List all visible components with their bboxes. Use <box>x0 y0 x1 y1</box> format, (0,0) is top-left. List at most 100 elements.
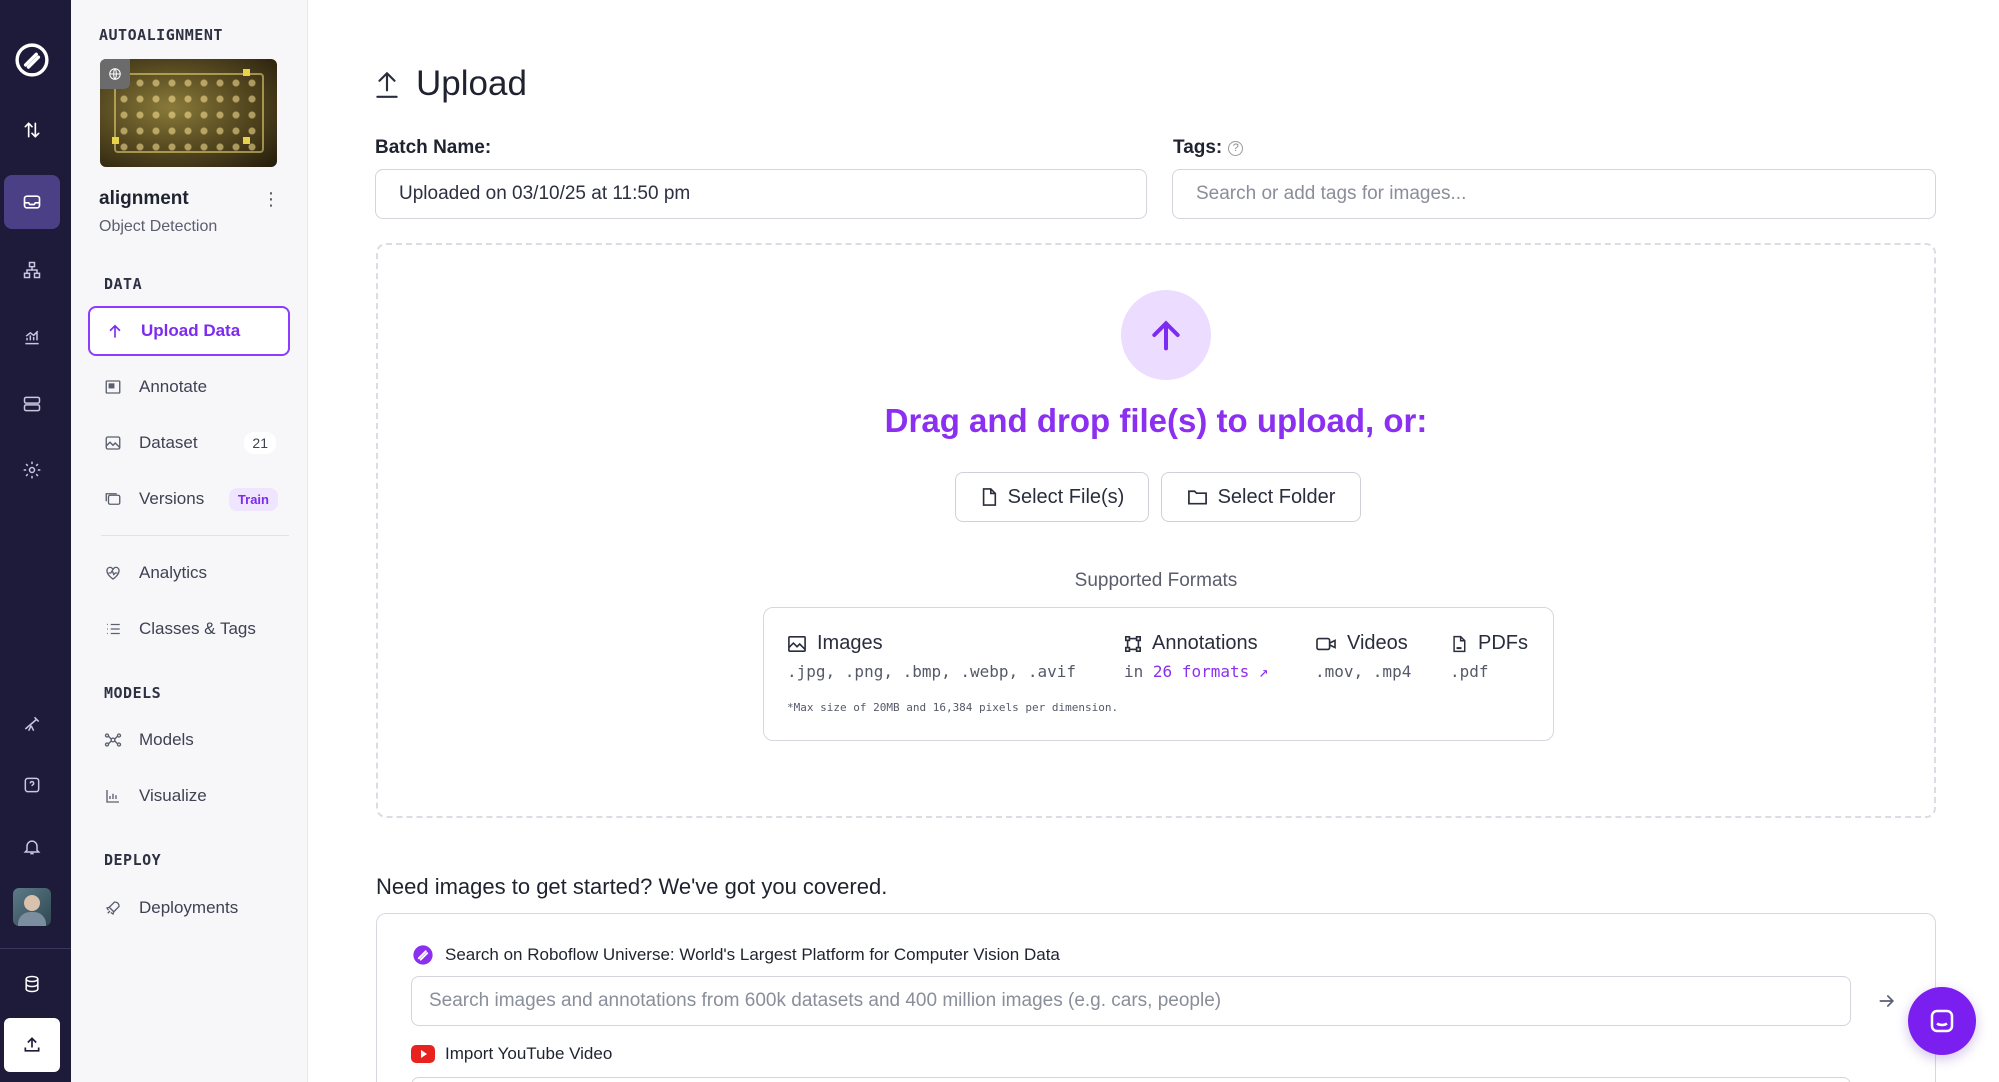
sidebar-item-analytics[interactable]: Analytics <box>88 548 290 598</box>
section-deploy: DEPLOY <box>104 851 162 869</box>
page-title-text: Upload <box>416 64 527 103</box>
image-icon <box>788 635 806 652</box>
dataset-count-badge: 21 <box>244 432 276 454</box>
bell-icon[interactable] <box>4 820 60 874</box>
max-size-note: *Max size of 20MB and 16,384 pixels per … <box>787 701 1119 714</box>
upload-icon[interactable] <box>4 1018 60 1072</box>
roboflow-universe-icon <box>411 943 435 967</box>
format-videos: Videos .mov, .mp4 <box>1315 632 1411 681</box>
supported-formats-box: Images .jpg, .png, .bmp, .webp, .avif An… <box>763 607 1554 741</box>
sidebar-item-label: Analytics <box>139 563 208 582</box>
youtube-url-input[interactable] <box>411 1077 1851 1082</box>
roboflow-logo-icon[interactable] <box>4 33 60 87</box>
universe-search-input[interactable]: Search images and annotations from 600k … <box>411 976 1851 1026</box>
chat-icon[interactable] <box>1908 987 1976 1055</box>
folder-icon <box>1187 490 1207 505</box>
sidebar-item-label: Visualize <box>139 786 207 805</box>
format-images-label: Images <box>817 632 883 654</box>
upload-arrow-icon <box>1121 290 1211 380</box>
format-videos-ext: .mov, .mp4 <box>1315 662 1412 681</box>
youtube-label: Import YouTube Video <box>445 1044 613 1063</box>
section-data: DATA <box>104 275 143 293</box>
train-badge[interactable]: Train <box>228 487 278 511</box>
supported-formats-caption: Supported Formats <box>1074 570 1238 591</box>
sidebar-item-label: Upload Data <box>141 321 241 340</box>
universe-label: Search on Roboflow Universe: World's Lar… <box>445 945 1060 964</box>
project-sidebar: AUTOALIGNMENT alignment ⋮ Object Detecti… <box>71 0 308 1082</box>
database-icon[interactable] <box>4 957 60 1011</box>
image-icon <box>105 436 121 450</box>
annotate-icon <box>105 380 121 394</box>
gear-icon[interactable] <box>4 443 60 497</box>
rail-divider <box>0 948 71 949</box>
sidebar-item-models[interactable]: Models <box>88 715 290 765</box>
file-icon <box>982 488 996 506</box>
sidebar-item-label: Annotate <box>139 377 208 396</box>
format-annotations-label: Annotations <box>1152 632 1258 654</box>
format-annotations-prefix: in <box>1124 662 1144 681</box>
sidebar-item-label: Dataset <box>139 433 198 452</box>
project-thumbnail[interactable] <box>100 59 277 167</box>
sidebar-item-label: Classes & Tags <box>139 619 256 638</box>
format-images-ext: .jpg, .png, .bmp, .webp, .avif <box>787 662 1076 681</box>
telescope-icon[interactable] <box>4 697 60 751</box>
server-icon[interactable] <box>4 377 60 431</box>
upload-dropzone[interactable]: Drag and drop file(s) to upload, or: Sel… <box>376 243 1936 818</box>
inbox-icon[interactable] <box>4 175 60 229</box>
project-name: alignment <box>99 188 189 209</box>
tags-label-wrap: Tags:? <box>1173 137 1244 159</box>
sidebar-item-label: Deployments <box>139 898 239 917</box>
annotation-formats-link[interactable]: 26 formats <box>1153 662 1249 681</box>
sidebar-item-versions[interactable]: Versions Train <box>88 474 290 524</box>
main-content: Upload Batch Name: Uploaded on 03/10/25 … <box>308 0 1999 1082</box>
arrow-right-icon[interactable] <box>1872 986 1902 1016</box>
sidebar-item-label: Versions <box>139 489 205 508</box>
format-pdfs: PDFs .pdf <box>1450 632 1528 681</box>
help-icon[interactable] <box>4 758 60 812</box>
sidebar-item-dataset[interactable]: Dataset 21 <box>88 418 290 468</box>
model-graph-icon <box>104 733 122 747</box>
workspace-name: AUTOALIGNMENT <box>99 26 223 44</box>
globe-icon <box>100 59 130 89</box>
batch-name-label: Batch Name: <box>375 137 492 158</box>
select-files-button[interactable]: Select File(s) <box>955 472 1149 522</box>
video-icon <box>1316 637 1336 650</box>
format-videos-label: Videos <box>1347 632 1408 654</box>
dropzone-title: Drag and drop file(s) to upload, or: <box>884 402 1428 439</box>
select-folder-label: Select Folder <box>1217 485 1336 508</box>
versions-icon <box>105 493 121 505</box>
more-menu-icon[interactable]: ⋮ <box>261 188 281 210</box>
external-link-icon[interactable]: ↗ <box>1259 662 1269 681</box>
tags-search-input[interactable]: Search or add tags for images... <box>1172 169 1936 219</box>
heartbeat-icon <box>106 566 120 580</box>
sort-arrows-icon[interactable] <box>4 103 60 157</box>
avatar[interactable] <box>13 888 51 926</box>
line-chart-icon <box>106 790 119 803</box>
app-rail <box>0 0 71 1082</box>
project-type: Object Detection <box>99 218 218 235</box>
workflow-icon[interactable] <box>4 243 60 297</box>
bounding-box-icon <box>1124 635 1142 652</box>
chart-icon[interactable] <box>4 310 60 364</box>
format-images: Images .jpg, .png, .bmp, .webp, .avif <box>787 632 1076 681</box>
sidebar-item-deployments[interactable]: Deployments <box>88 883 290 933</box>
youtube-row: Import YouTube Video <box>411 1042 612 1066</box>
need-images-heading: Need images to get started? We've got yo… <box>376 874 888 899</box>
section-models: MODELS <box>104 684 162 702</box>
sidebar-item-label: Models <box>139 730 194 749</box>
format-annotations: Annotations in 26 formats ↗ <box>1124 632 1269 681</box>
universe-row: Search on Roboflow Universe: World's Lar… <box>411 943 1060 967</box>
select-folder-button[interactable]: Select Folder <box>1161 472 1361 522</box>
page-title: Upload <box>374 64 527 104</box>
tags-label: Tags: <box>1173 137 1223 158</box>
select-files-label: Select File(s) <box>1007 485 1125 508</box>
sidebar-item-annotate[interactable]: Annotate <box>88 362 290 412</box>
sidebar-item-upload-data[interactable]: Upload Data <box>88 306 290 356</box>
sidebar-item-visualize[interactable]: Visualize <box>88 771 290 821</box>
help-circle-icon[interactable]: ? <box>1228 140 1244 156</box>
sidebar-item-classes-tags[interactable]: Classes & Tags <box>88 604 290 654</box>
sidebar-divider <box>101 535 289 536</box>
rocket-icon <box>105 901 120 916</box>
batch-name-input[interactable]: Uploaded on 03/10/25 at 11:50 pm <box>375 169 1147 219</box>
upload-title-icon <box>376 71 398 98</box>
